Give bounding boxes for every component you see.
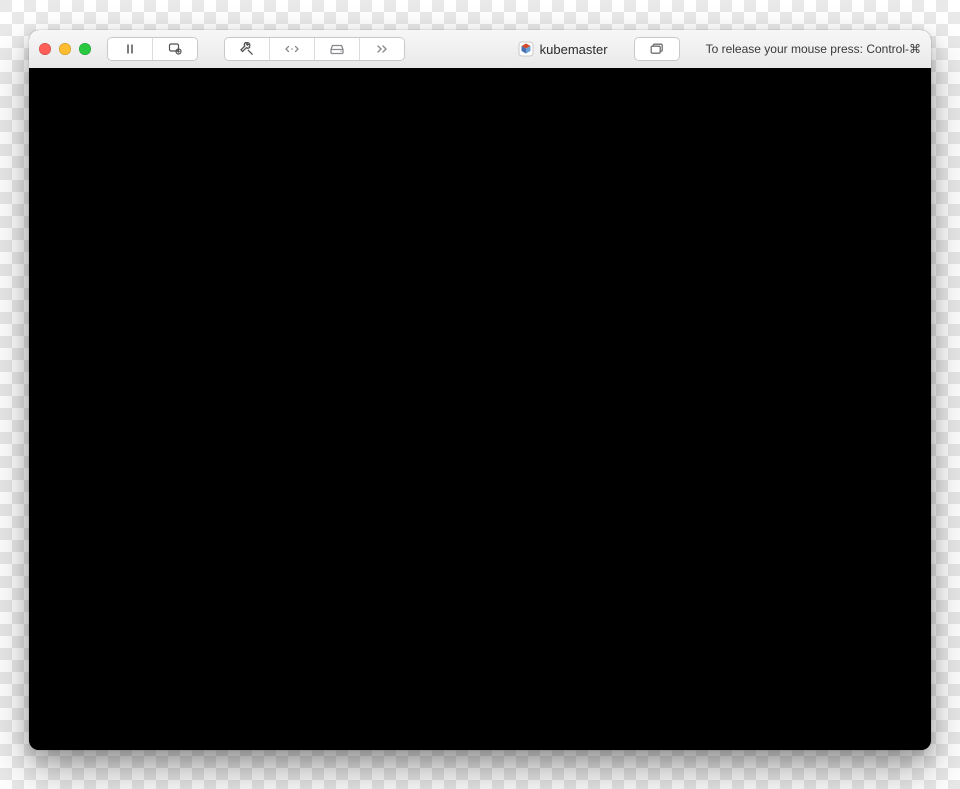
chevrons-right-icon (375, 44, 389, 54)
zoom-window-button[interactable] (79, 43, 91, 55)
devices-button[interactable] (315, 38, 360, 60)
snapshot-icon (168, 43, 182, 55)
fullscreen-icon (650, 43, 664, 55)
vm-app-icon (518, 41, 534, 57)
settings-button[interactable] (225, 38, 270, 60)
vm-name-label: kubemaster (540, 42, 608, 57)
titlebar: kubemaster To release your mouse press: … (29, 30, 931, 69)
vm-display[interactable] (29, 68, 931, 750)
window-controls (39, 43, 91, 55)
fullscreen-button[interactable] (635, 38, 679, 60)
view-group (634, 37, 680, 61)
vm-window: kubemaster To release your mouse press: … (29, 30, 931, 750)
run-controls-group (107, 37, 198, 61)
resize-icon (284, 44, 300, 54)
wrench-icon (240, 42, 254, 56)
more-button[interactable] (360, 38, 404, 60)
minimize-window-button[interactable] (59, 43, 71, 55)
vm-title: kubemaster (518, 41, 608, 57)
pause-button[interactable] (108, 38, 153, 60)
pause-icon (124, 43, 136, 55)
drive-icon (330, 43, 344, 55)
mouse-release-hint: To release your mouse press: Control-⌘ (706, 42, 921, 56)
resize-button[interactable] (270, 38, 315, 60)
tools-group (224, 37, 405, 61)
close-window-button[interactable] (39, 43, 51, 55)
snapshot-button[interactable] (153, 38, 197, 60)
